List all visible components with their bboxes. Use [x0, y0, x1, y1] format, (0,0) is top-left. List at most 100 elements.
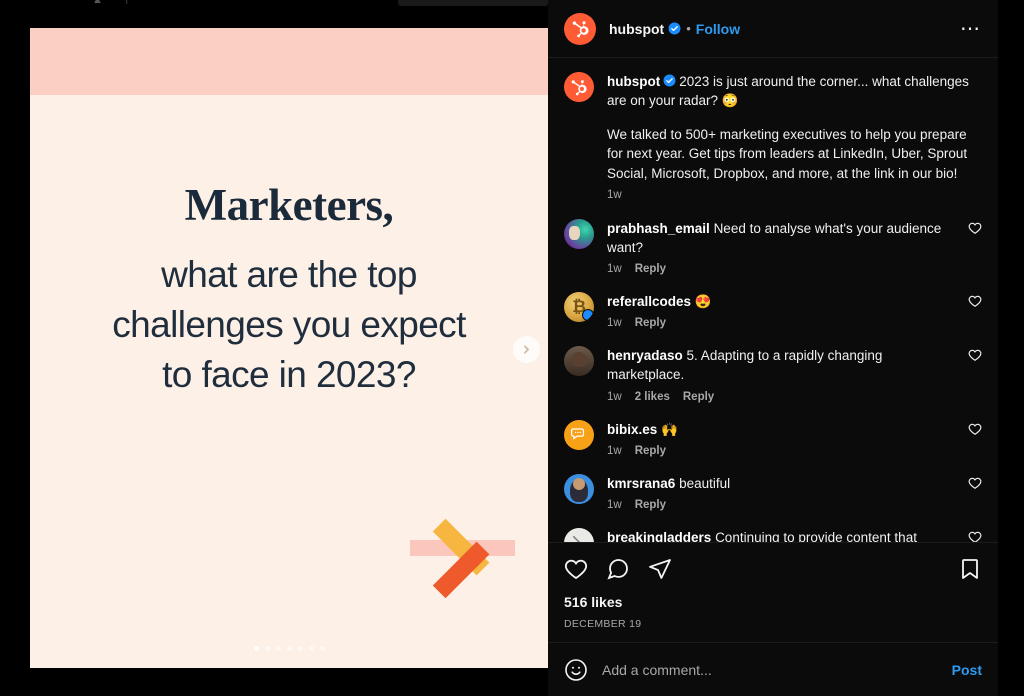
comment-text-line: referallcodes 😍	[607, 292, 958, 311]
comment-text: 🙌	[661, 421, 678, 437]
carousel-dot[interactable]	[297, 646, 303, 651]
comment-body: henryadaso 5. Adapting to a rapidly chan…	[607, 346, 958, 402]
carousel-dot[interactable]	[264, 646, 270, 651]
caption-body: hubspot 2023 is just around the corner...…	[607, 72, 982, 201]
action-icon-row	[564, 557, 982, 581]
avatar[interactable]	[564, 527, 594, 542]
comment-username[interactable]: prabhash_email	[607, 221, 710, 236]
carousel-dot[interactable]	[253, 646, 259, 651]
header-username[interactable]: hubspot	[609, 21, 664, 37]
panel-header: hubspot • Follow ⋯	[548, 0, 998, 58]
caption-meta: 1w	[607, 189, 982, 201]
comment-item: prabhash_email Need to analyse what's yo…	[564, 218, 982, 275]
caption-username[interactable]: hubspot	[607, 74, 660, 89]
comment-username[interactable]: henryadaso	[607, 348, 683, 363]
hubspot-logo-icon	[572, 21, 588, 38]
header-separator: •	[686, 21, 691, 36]
post-date: DECEMBER 19	[564, 618, 642, 630]
comment-reply-button[interactable]: Reply	[683, 391, 714, 403]
comment-item: bibix.es 🙌 1w Reply	[564, 419, 982, 457]
caption-text-2: We talked to 500+ marketing executives t…	[607, 127, 968, 181]
heart-outline-icon[interactable]	[968, 476, 982, 490]
comment-body: bibix.es 🙌 1w Reply	[607, 420, 958, 457]
emoji-smiley-icon[interactable]	[564, 658, 588, 682]
comment-item: breakingladders Continuing to provide co…	[564, 527, 982, 542]
heart-outline-icon[interactable]	[968, 530, 982, 542]
avatar[interactable]	[564, 292, 594, 323]
share-paperplane-icon[interactable]	[648, 557, 672, 581]
avatar[interactable]	[564, 218, 594, 249]
carousel-next-button[interactable]	[513, 336, 540, 363]
comment-reply-button[interactable]: Reply	[635, 499, 666, 511]
heart-outline-icon[interactable]	[968, 294, 982, 308]
comment-likes[interactable]: 2 likes	[635, 391, 670, 403]
comment-meta: 1w Reply	[607, 263, 958, 275]
comment-body: referallcodes 😍 1w Reply	[607, 292, 958, 329]
comment-text-line: kmrsrana6 beautiful	[607, 474, 958, 493]
comment-time: 1w	[607, 498, 622, 511]
comment-text-line: prabhash_email Need to analyse what's yo…	[607, 219, 958, 257]
post-action-bar: 516 likes DECEMBER 19	[548, 542, 998, 642]
post-caption: hubspot 2023 is just around the corner...…	[564, 72, 982, 201]
comment-username[interactable]: bibix.es	[607, 422, 657, 437]
headline-line-3: to face in 2023?	[162, 353, 416, 395]
avatar[interactable]	[564, 473, 594, 504]
caption-text-1: 2023 is just around the corner... what c…	[607, 74, 969, 109]
avatar[interactable]	[564, 12, 596, 45]
likes-count[interactable]: 516 likes	[564, 594, 982, 610]
add-comment-input[interactable]	[602, 661, 952, 678]
comment-body: kmrsrana6 beautiful 1w Reply	[607, 474, 958, 511]
comment-meta: 1w Reply	[607, 499, 958, 511]
verified-badge-icon	[668, 22, 681, 35]
comment-username[interactable]: breakingladders	[607, 530, 711, 542]
comment-time: 1w	[607, 390, 622, 403]
caption-first-line: hubspot 2023 is just around the corner...…	[607, 72, 982, 110]
ellipsis-icon[interactable]: ⋯	[960, 19, 982, 39]
comments-list[interactable]: hubspot 2023 is just around the corner...…	[548, 58, 998, 542]
heart-outline-icon[interactable]	[968, 348, 982, 362]
comment-meta: 1w Reply	[607, 445, 958, 457]
comment-item: kmrsrana6 beautiful 1w Reply	[564, 473, 982, 511]
strip-chip	[398, 0, 548, 6]
heart-outline-icon[interactable]	[968, 422, 982, 436]
hubspot-logo-icon	[571, 80, 587, 96]
carousel-dot[interactable]	[286, 646, 292, 651]
comment-composer: Post	[548, 642, 998, 696]
comment-time: 1w	[607, 317, 622, 330]
post-comment-button[interactable]: Post	[952, 662, 982, 678]
heart-outline-icon[interactable]	[968, 221, 982, 235]
avatar[interactable]	[564, 419, 594, 450]
comment-username[interactable]: kmrsrana6	[607, 476, 675, 491]
strip-caret-icon: ▲	[92, 0, 103, 6]
heart-outline-icon[interactable]	[564, 557, 588, 581]
slide-headline-serif: Marketers,	[184, 180, 394, 230]
carousel-dot[interactable]	[319, 646, 325, 651]
bookmark-outline-icon[interactable]	[958, 557, 982, 581]
comment-reply-button[interactable]: Reply	[635, 445, 666, 457]
follow-button[interactable]: Follow	[696, 21, 740, 37]
avatar[interactable]	[564, 346, 594, 377]
instagram-post-screen: ▲ ⊤ Marketers, what are the top challeng…	[0, 0, 1024, 696]
carousel-dot[interactable]	[275, 646, 281, 651]
comment-text-line: henryadaso 5. Adapting to a rapidly chan…	[607, 346, 958, 384]
strip-tool-icon: ⊤	[122, 0, 132, 7]
comment-meta: 1w Reply	[607, 317, 958, 329]
avatar[interactable]	[564, 72, 594, 102]
headline-line-1: what are the top	[161, 254, 417, 295]
carousel-dots	[30, 646, 548, 651]
caption-time: 1w	[607, 188, 622, 201]
comment-username[interactable]: referallcodes	[607, 294, 691, 309]
carousel-dot[interactable]	[308, 646, 314, 651]
comment-time: 1w	[607, 444, 622, 457]
headline-line-2: challenges you expect	[112, 303, 466, 345]
comment-reply-button[interactable]: Reply	[635, 317, 666, 329]
comment-reply-button[interactable]: Reply	[635, 263, 666, 275]
slide-headline-sans: what are the top challenges you expect t…	[112, 250, 466, 400]
comment-item: referallcodes 😍 1w Reply	[564, 292, 982, 329]
decorative-pink-band	[30, 28, 548, 95]
comment-body: breakingladders Continuing to provide co…	[607, 528, 958, 542]
post-image-panel[interactable]: Marketers, what are the top challenges y…	[30, 28, 548, 668]
post-side-panel: hubspot • Follow ⋯ hubspot 2023 is just …	[548, 0, 998, 696]
comment-text: beautiful	[679, 475, 731, 491]
comment-bubble-icon[interactable]	[606, 557, 630, 581]
